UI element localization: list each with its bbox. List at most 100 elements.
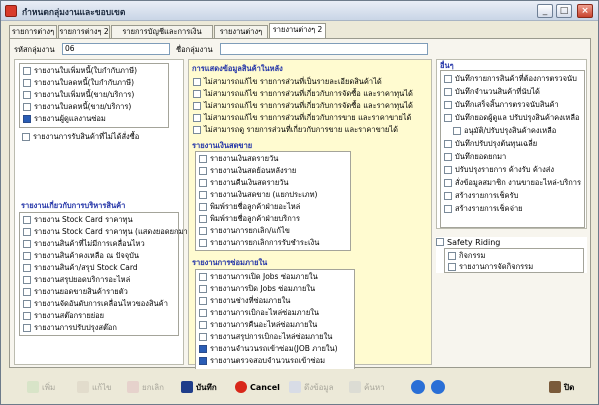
checkbox-cancel-payment[interactable]: รายงานการยกเลิกการรับชำระเงิน <box>199 238 319 248</box>
checkbox-pending-items[interactable]: ปรับปรุงรายการ ค้างรับ ค้างส่ง <box>444 165 554 175</box>
group-name-field[interactable] <box>220 43 428 55</box>
checkbox-adjust-stock[interactable]: บันทึกยอดผู้ดูแล ปรับปรุงสินค้าคงเหลือ <box>444 113 579 123</box>
checkbox-box[interactable] <box>444 179 452 187</box>
checkbox-box[interactable] <box>193 114 201 122</box>
checkbox-brought-forward[interactable]: บันทึกยอดยกมา <box>444 152 506 162</box>
checkbox-sub-stock[interactable]: รายงานสต๊อกรายย่อย <box>23 311 104 321</box>
checkbox-credit-note-tax[interactable]: รายงานใบลดหนี้(ใบกำกับภาษี) <box>23 78 134 88</box>
tab-items-2[interactable]: รายการต่างๆ 2 <box>58 25 110 38</box>
checkbox-box[interactable] <box>199 191 207 199</box>
checkbox-print-service-customers[interactable]: พิมพ์รายชื่อลูกค้าฝ่ายบริการ <box>199 214 300 224</box>
checkbox-average-cost[interactable]: บันทึกปรับปรุงต้นทุนเฉลี่ย <box>444 139 537 149</box>
checkbox-repair-supervisor[interactable]: รายงานผู้ดูแลงานซ่อม <box>23 114 106 124</box>
checkbox-box[interactable] <box>23 240 31 248</box>
checkbox-sales-by-item[interactable]: รายงานยอดขายสินค้ารายตัว <box>23 287 128 297</box>
checkbox-box[interactable] <box>199 155 207 163</box>
checkbox-box[interactable] <box>199 227 207 235</box>
checkbox-box[interactable] <box>444 114 452 122</box>
checkbox-cash-by-type[interactable]: รายงานเงินสดขาย (แยกประเภท) <box>199 190 317 200</box>
checkbox-debit-note-tax[interactable]: รายงานใบเพิ่มหนี้(ใบกำกับภาษี) <box>23 66 137 76</box>
checkbox-current-stock[interactable]: รายงานสินค้าคงเหลือ ณ ปัจจุบัน <box>23 251 139 261</box>
next-record-button[interactable] <box>431 379 448 395</box>
checkbox-box[interactable] <box>23 91 31 99</box>
add-button[interactable]: เพิ่ม <box>27 379 55 395</box>
checkbox-box[interactable] <box>199 309 207 317</box>
checkbox-box[interactable] <box>199 357 207 365</box>
checkbox-cheque-receive[interactable]: สร้างรายการเช็ครับ <box>444 191 518 201</box>
checkbox-box[interactable] <box>444 75 452 83</box>
checkbox-box[interactable] <box>23 288 31 296</box>
checkbox-box[interactable] <box>193 78 201 86</box>
checkbox-cheque-pay[interactable]: สร้างรายการเช็คจ่าย <box>444 204 523 214</box>
save-button[interactable]: บันทึก <box>181 379 217 395</box>
prev-record-button[interactable] <box>411 379 428 395</box>
checkbox-box[interactable] <box>22 133 30 141</box>
checkbox-box[interactable] <box>448 263 456 271</box>
checkbox-parts-return[interactable]: รายงานการคืนอะไหล่ซ่อมภายใน <box>199 320 317 330</box>
checkbox-parts-withdraw-summary[interactable]: รายงานสรุปการเบิกอะไหล่ซ่อมภายใน <box>199 332 332 342</box>
cancel-button[interactable]: Cancel <box>235 379 280 395</box>
checkbox-debit-note-sales[interactable]: รายงานใบเพิ่มหนี้(ขาย/บริการ) <box>23 90 134 100</box>
checkbox-box[interactable] <box>453 127 461 135</box>
maximize-button[interactable]: □ <box>556 4 572 18</box>
checkbox-box[interactable] <box>199 285 207 293</box>
tab-reports-2[interactable]: รายงานต่างๆ 2 <box>269 23 326 39</box>
checkbox-box[interactable] <box>23 324 31 332</box>
checkbox-box[interactable] <box>23 300 31 308</box>
search-button[interactable]: ค้นหา <box>349 379 385 395</box>
checkbox-safety-riding[interactable]: Safety Riding <box>436 237 500 247</box>
checkbox-vehicle-count-job[interactable]: รายงานจำนวนรถเข้าซ่อม(JOB ภายใน) <box>199 344 338 354</box>
close-button[interactable]: ปิด <box>549 379 574 395</box>
checkbox-close-jobs[interactable]: รายงานการปิด Jobs ซ่อมภายใน <box>199 284 315 294</box>
minimize-button[interactable]: _ <box>537 4 553 18</box>
checkbox-member-data[interactable]: สั่งข้อมูลสมาชิก งานขายอะไหล่-บริการ <box>444 178 581 188</box>
checkbox-activity-report[interactable]: รายงานการจัดกิจกรรม <box>448 262 533 272</box>
checkbox-box[interactable] <box>23 252 31 260</box>
checkbox-non-moving[interactable]: รายงานสินค้าที่ไม่มีการเคลื่อนไหว <box>23 239 145 249</box>
checkbox-box[interactable] <box>23 115 31 123</box>
checkbox-stock-adjust[interactable]: รายงานการปรับปรุงสต๊อก <box>23 323 117 333</box>
checkbox-box[interactable] <box>199 333 207 341</box>
checkbox-open-jobs[interactable]: รายงานการเปิด Jobs ซ่อมภายใน <box>199 272 318 282</box>
checkbox-approve-stock[interactable]: อนุมัติ/ปรับปรุงสินค้าคงเหลือ <box>453 126 556 136</box>
checkbox-counted-qty[interactable]: บันทึกจำนวนสินค้าที่นับได้ <box>444 87 540 97</box>
checkbox-box[interactable] <box>444 140 452 148</box>
checkbox-box[interactable] <box>199 297 207 305</box>
checkbox-receive-unordered[interactable]: รายงานการรับสินค้าที่ไม่ได้สั่งซื้อ <box>22 132 139 142</box>
checkbox-box[interactable] <box>199 203 207 211</box>
checkbox-print-parts-customers[interactable]: พิมพ์รายชื่อลูกค้าฝ่ายอะไหล่ <box>199 202 300 212</box>
checkbox-box[interactable] <box>444 192 452 200</box>
checkbox-box[interactable] <box>199 273 207 281</box>
checkbox-box[interactable] <box>444 153 452 161</box>
checkbox-box[interactable] <box>199 239 207 247</box>
checkbox-box[interactable] <box>199 179 207 187</box>
checkbox-count-items[interactable]: บันทึกรายการสินค้าที่ต้องการตรวจนับ <box>444 74 577 84</box>
tab-reports[interactable]: รายงานต่างๆ <box>214 25 268 38</box>
checkbox-no-edit-detail[interactable]: ไม่สามารถแก้ไข รายการส่วนที่เป็นรายละเอี… <box>193 77 382 87</box>
checkbox-stock-card[interactable]: รายงาน Stock Card ราคาทุน <box>23 215 133 225</box>
checkbox-box[interactable] <box>436 238 444 246</box>
checkbox-box[interactable] <box>193 102 201 110</box>
checkbox-box[interactable] <box>444 205 452 213</box>
pull-data-button[interactable]: ดึงข้อมูล <box>289 379 334 395</box>
checkbox-box[interactable] <box>193 90 201 98</box>
checkbox-box[interactable] <box>23 79 31 87</box>
checkbox-box[interactable] <box>23 312 31 320</box>
checkbox-parts-withdraw[interactable]: รายงานการเบิกอะไหล่ซ่อมภายใน <box>199 308 319 318</box>
checkbox-stock-card-bf[interactable]: รายงาน Stock Card ราคาทุน (แสดงยอดยกมา) <box>23 227 191 237</box>
group-code-field[interactable]: 06 <box>62 43 170 55</box>
checkbox-no-view-sales[interactable]: ไม่สามารถดู รายการส่วนที่เกี่ยวกับการขาย… <box>193 125 398 135</box>
checkbox-box[interactable] <box>23 67 31 75</box>
checkbox-repair-mechanics[interactable]: รายงานช่างที่ซ่อมภายใน <box>199 296 290 306</box>
checkbox-box[interactable] <box>23 228 31 236</box>
checkbox-cash-daily[interactable]: รายงานเงินสดรายวัน <box>199 154 278 164</box>
checkbox-parts-service-summary[interactable]: รายงานสรุปยอดบริการอะไหล่ <box>23 275 130 285</box>
checkbox-box[interactable] <box>23 216 31 224</box>
checkbox-cash-refund[interactable]: รายงานคืนเงินสดรายวัน <box>199 178 289 188</box>
checkbox-no-edit-sales[interactable]: ไม่สามารถแก้ไข รายการส่วนที่เกี่ยวกับการ… <box>193 113 411 123</box>
checkbox-box[interactable] <box>444 101 452 109</box>
checkbox-count-complete[interactable]: บันทึกเสร็จสิ้นการตรวจนับสินค้า <box>444 100 559 110</box>
checkbox-credit-note-sales[interactable]: รายงานใบลดหนี้(ขาย/บริการ) <box>23 102 131 112</box>
checkbox-box[interactable] <box>193 126 201 134</box>
checkbox-box[interactable] <box>199 215 207 223</box>
